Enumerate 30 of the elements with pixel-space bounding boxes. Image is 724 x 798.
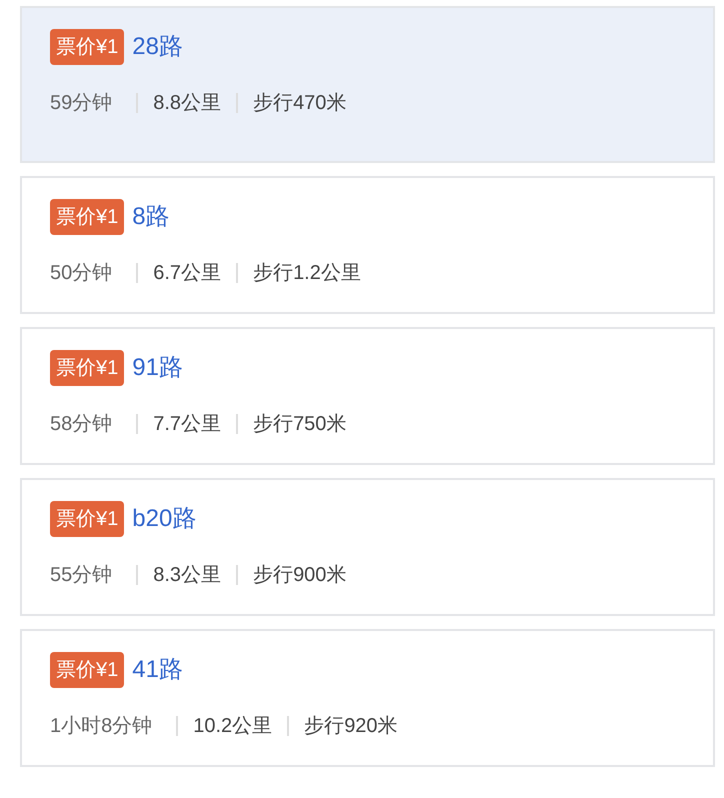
route-card[interactable]: 票价¥1 91路 58分钟 7.7公里 步行750米: [20, 327, 715, 465]
walking-distance: 步行920米: [303, 714, 398, 739]
travel-time: 50分钟: [50, 261, 114, 286]
fare-badge: 票价¥1: [50, 350, 124, 386]
distance-text: 8.8公里: [152, 91, 222, 116]
distance-text: 10.2公里: [192, 714, 274, 739]
walking-distance: 步行750米: [252, 412, 346, 437]
travel-time: 1小时8分钟: [50, 714, 154, 739]
walking-distance: 步行900米: [252, 563, 346, 588]
walking-distance: 步行1.2公里: [252, 261, 361, 286]
route-card[interactable]: 票价¥1 28路 59分钟 8.8公里 步行470米: [20, 6, 715, 163]
fare-badge: 票价¥1: [50, 29, 124, 65]
route-name[interactable]: b20路: [132, 501, 196, 537]
route-card[interactable]: 票价¥1 8路 50分钟 6.7公里 步行1.2公里: [20, 176, 715, 314]
route-name[interactable]: 8路: [132, 199, 170, 235]
route-name[interactable]: 91路: [132, 350, 183, 386]
travel-time: 59分钟: [50, 91, 114, 116]
route-name[interactable]: 41路: [132, 652, 183, 688]
travel-time: 55分钟: [50, 563, 114, 588]
fare-badge: 票价¥1: [50, 652, 124, 688]
route-card[interactable]: 票价¥1 b20路 55分钟 8.3公里 步行900米: [20, 478, 715, 616]
distance-text: 7.7公里: [152, 412, 222, 437]
fare-badge: 票价¥1: [50, 199, 124, 235]
walking-distance: 步行470米: [252, 91, 346, 116]
distance-text: 6.7公里: [152, 261, 222, 286]
travel-time: 58分钟: [50, 412, 114, 437]
route-name[interactable]: 28路: [132, 29, 183, 65]
distance-text: 8.3公里: [152, 563, 222, 588]
fare-badge: 票价¥1: [50, 501, 124, 537]
route-card[interactable]: 票价¥1 41路 1小时8分钟 10.2公里 步行920米: [20, 629, 715, 767]
